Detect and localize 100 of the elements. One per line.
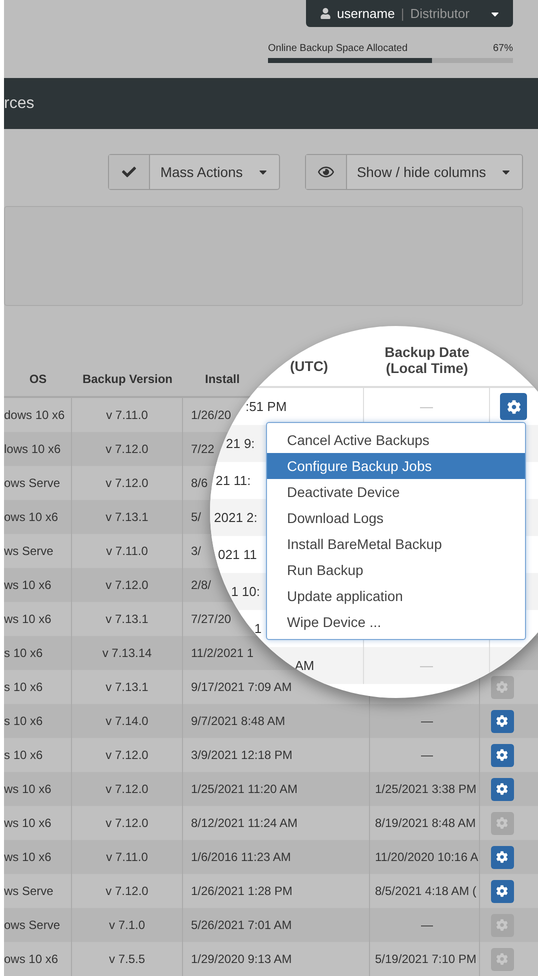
table-cell: 7/22: [191, 442, 214, 456]
column-header: Install: [204, 372, 241, 388]
table-cell: v 7.12.0: [106, 816, 148, 830]
gear-icon: [496, 749, 508, 761]
table-cell: 11/20/2020 10:16 A: [375, 850, 478, 864]
table-cell: 8/5/2021 4:18 AM (: [375, 884, 476, 898]
table-cell: —: [420, 399, 433, 414]
table-cell: 9/7/2021 8:48 AM: [191, 714, 286, 728]
table-cell: ws 10 x6: [4, 612, 52, 626]
table-cell: v 7.11.0: [106, 408, 148, 422]
menu-item[interactable]: Install BareMetal Backup: [267, 531, 525, 557]
table-cell: 1/6/2016 11:23 AM: [191, 850, 291, 864]
column-header: (UTC): [290, 358, 328, 374]
table-cell: 5/: [191, 510, 202, 524]
table-cell: 11/2/2021 1: [191, 646, 254, 660]
table-cell: v 7.13.1: [106, 612, 148, 626]
table-cell: 8/19/2021 8:48 AM: [375, 816, 476, 830]
menu-item[interactable]: Deactivate Device: [267, 479, 525, 505]
gear-icon: [496, 783, 508, 795]
gear-icon: [496, 817, 508, 829]
menu-item[interactable]: Run Backup: [267, 557, 525, 583]
gear-icon: [496, 885, 508, 897]
table-cell: 1/29/2020 9:13 AM: [191, 952, 292, 966]
table-cell: 8/6: [191, 476, 208, 490]
table-cell: 1 10:: [231, 584, 260, 599]
table-cell: 21 11:: [216, 473, 251, 488]
table-cell: ws Serve: [4, 884, 54, 898]
table-cell: —: [421, 714, 433, 728]
settings-button[interactable]: [490, 778, 514, 800]
gear-icon: [506, 400, 520, 414]
table-cell: v 7.12.0: [106, 782, 148, 796]
storage-label: Online Backup Space Allocated: [268, 43, 408, 54]
table-cell: v 7.12.0: [106, 476, 148, 490]
table-cell: v 7.13.14: [102, 646, 152, 660]
table-cell: v 7.1.0: [108, 918, 146, 932]
table-cell: ws 10 x6: [4, 578, 52, 592]
settings-button[interactable]: [490, 880, 514, 902]
check-icon: [122, 165, 136, 180]
table-cell: s 10 x6: [4, 714, 43, 728]
gear-icon: [496, 715, 508, 727]
table-cell: —: [421, 748, 433, 762]
table-cell: 2021 2:: [214, 510, 258, 525]
table-cell: ws 10 x6: [4, 816, 52, 830]
table-cell: ws 10 x6: [4, 850, 52, 864]
table-cell: ws Serve: [4, 544, 54, 558]
table-cell: 7/27/20: [191, 612, 232, 626]
table-cell: 1: [254, 621, 262, 636]
menu-item[interactable]: Wipe Device ...: [267, 609, 525, 635]
gear-icon: [496, 851, 508, 863]
table-cell: 1/26/2021 1:28 PM: [191, 884, 292, 898]
table-cell: 021 11: [218, 547, 257, 562]
table-cell: —: [421, 918, 433, 932]
table-cell: v 7.12.0: [106, 748, 148, 762]
gear-icon: [496, 919, 508, 931]
table-cell: 1/26/20: [191, 408, 232, 422]
column-header: Backup Date (Local Time): [384, 344, 470, 378]
table-cell: v 7.11.0: [106, 544, 148, 558]
table-cell: lows 10 x6: [4, 442, 61, 456]
table-cell: 5/19/2021 7:10 PM: [375, 952, 476, 966]
table-cell: :51 PM: [245, 399, 287, 414]
table-cell: v 7.5.5: [108, 952, 146, 966]
table-cell: v 7.13.1: [106, 510, 148, 524]
table-cell: 1/25/2021 11:20 AM: [191, 782, 298, 796]
table-cell: 2/8/: [191, 578, 212, 592]
table-cell: s 10 x6: [4, 748, 43, 762]
storage-percentage: 67%: [492, 43, 513, 54]
table-cell: 3/: [191, 544, 202, 558]
settings-button[interactable]: [490, 846, 514, 868]
table-cell: —: [420, 658, 433, 673]
table-cell: v 7.13.1: [106, 680, 148, 694]
table-cell: 9/17/2021 7:09 AM: [191, 680, 292, 694]
gear-icon: [496, 681, 508, 693]
eye-icon: [318, 164, 334, 180]
table-cell: v 7.12.0: [106, 442, 148, 456]
table-cell: ows Serve: [4, 918, 60, 932]
table-cell: v 7.14.0: [106, 714, 148, 728]
table-cell: s 10 x6: [4, 646, 43, 660]
user-menu-button[interactable]: username | Distributor: [306, 0, 513, 27]
column-header: OS: [28, 372, 48, 388]
table-cell: 8/12/2021 11:24 AM: [191, 816, 298, 830]
user-icon: [320, 8, 331, 19]
menu-item[interactable]: Download Logs: [267, 505, 525, 531]
menu-item[interactable]: Update application: [267, 583, 525, 609]
settings-button[interactable]: [500, 393, 527, 420]
table-cell: v 7.11.0: [106, 850, 148, 864]
settings-button[interactable]: [490, 744, 514, 766]
table-cell: v 7.12.0: [106, 578, 148, 592]
settings-button[interactable]: [490, 710, 514, 732]
menu-item[interactable]: Configure Backup Jobs: [267, 453, 525, 479]
table-cell: ows 10 x6: [4, 510, 58, 524]
table-cell: ows 10 x6: [4, 952, 58, 966]
table-cell: AM: [294, 658, 314, 673]
dropdown-button[interactable]: Show / hide columns: [304, 154, 523, 190]
table-cell: 3/9/2021 12:18 PM: [191, 748, 292, 762]
gear-icon: [496, 953, 508, 965]
menu-item[interactable]: Cancel Active Backups: [267, 427, 525, 453]
table-cell: ows Serve: [4, 476, 60, 490]
column-header: Backup Version: [81, 372, 174, 388]
dropdown-button[interactable]: Mass Actions: [108, 154, 280, 190]
table-cell: 21 9:: [226, 436, 255, 451]
